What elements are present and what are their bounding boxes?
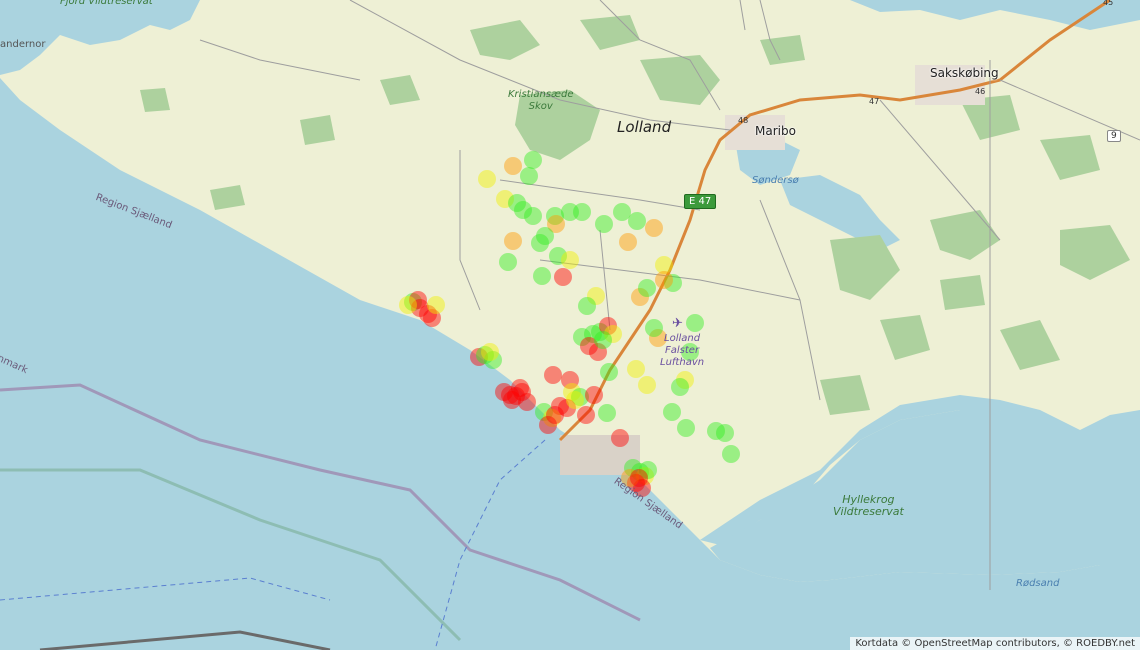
forest-label-kristiansaede: Kristiansæde Skov <box>508 89 574 112</box>
incident-marker[interactable] <box>495 383 513 401</box>
incident-marker[interactable] <box>561 251 579 269</box>
place-label-sandernor: andernor <box>0 39 46 50</box>
incident-marker[interactable] <box>481 343 499 361</box>
incident-marker[interactable] <box>533 267 551 285</box>
incident-marker[interactable] <box>722 445 740 463</box>
incident-marker[interactable] <box>577 406 595 424</box>
incident-marker[interactable] <box>566 391 584 409</box>
lake-label-sondersø: Søndersø <box>752 175 799 186</box>
incident-marker[interactable] <box>686 314 704 332</box>
incident-marker[interactable] <box>627 360 645 378</box>
incident-marker[interactable] <box>638 376 656 394</box>
incident-marker[interactable] <box>544 366 562 384</box>
road-label-47: 47 <box>869 97 880 106</box>
incident-marker[interactable] <box>504 232 522 250</box>
island-label-lolland: Lolland <box>617 118 672 136</box>
road-shield-9: 9 <box>1107 130 1121 142</box>
road-label-46: 46 <box>975 87 986 96</box>
incident-marker[interactable] <box>554 268 572 286</box>
incident-marker[interactable] <box>594 331 612 349</box>
incident-marker[interactable] <box>585 386 603 404</box>
road-label-48: 48 <box>738 116 749 125</box>
incident-marker[interactable] <box>628 212 646 230</box>
incident-marker[interactable] <box>716 424 734 442</box>
incident-marker[interactable] <box>573 203 591 221</box>
incident-marker[interactable] <box>595 215 613 233</box>
incident-marker[interactable] <box>645 219 663 237</box>
incident-marker[interactable] <box>546 406 564 424</box>
reserve-label-hyllekrog: Hyllekrog Vildtreservat <box>833 493 904 518</box>
incident-marker[interactable] <box>598 404 616 422</box>
map-canvas[interactable]: Lolland Maribo Sakskøbing Søndersø Krist… <box>0 0 1140 650</box>
road-shield-e47: E 47 <box>684 194 717 209</box>
town-label-maribo[interactable]: Maribo <box>755 124 796 138</box>
incident-marker[interactable] <box>638 279 656 297</box>
incident-marker[interactable] <box>524 151 542 169</box>
town-label-sakskobing[interactable]: Sakskøbing <box>930 66 999 80</box>
incident-marker[interactable] <box>619 233 637 251</box>
airport-label[interactable]: Lolland Falster Lufthavn <box>660 333 704 369</box>
incident-marker[interactable] <box>630 469 648 487</box>
incident-marker[interactable] <box>531 234 549 252</box>
incident-marker[interactable] <box>578 297 596 315</box>
incident-marker[interactable] <box>663 403 681 421</box>
incident-marker[interactable] <box>504 157 522 175</box>
incident-marker[interactable] <box>520 167 538 185</box>
incident-marker[interactable] <box>611 429 629 447</box>
incident-marker[interactable] <box>399 296 417 314</box>
road-label-45: 45 <box>1103 0 1114 7</box>
map-attribution: Kortdata © OpenStreetMap contributors, ©… <box>850 637 1140 650</box>
incident-marker[interactable] <box>600 363 618 381</box>
incident-marker[interactable] <box>511 379 529 397</box>
water-label-rodsand: Rødsand <box>1016 578 1060 589</box>
incident-marker[interactable] <box>427 296 445 314</box>
incident-marker[interactable] <box>671 378 689 396</box>
incident-marker[interactable] <box>499 253 517 271</box>
incident-marker[interactable] <box>478 170 496 188</box>
incident-marker[interactable] <box>677 419 695 437</box>
airport-icon[interactable]: ✈ <box>672 316 683 331</box>
incident-marker[interactable] <box>655 271 673 289</box>
reserve-label-fjord: Fjord Vildtreservat <box>60 0 153 7</box>
incident-marker[interactable] <box>613 203 631 221</box>
incident-marker[interactable] <box>524 207 542 225</box>
